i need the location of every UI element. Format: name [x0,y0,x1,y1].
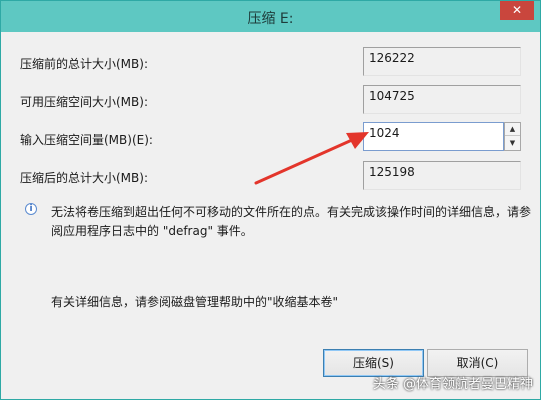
shrink-dialog: 压缩 E: ✕ 压缩前的总计大小(MB): 126222 可用压缩空间大小(MB… [0,0,541,400]
help-text: 有关详细信息，请参阅磁盘管理帮助中的"收缩基本卷" [51,295,339,309]
spin-up-button[interactable]: ▲ [505,123,520,136]
close-button[interactable]: ✕ [500,1,534,20]
total-before-value: 126222 [363,47,521,76]
title-bar[interactable]: 压缩 E: ✕ [1,1,540,32]
shrink-amount-input[interactable]: 1024 [363,122,504,151]
shrink-amount-spinner: ▲ ▼ [504,122,521,151]
info-text: 无法将卷压缩到超出任何不可移动的文件所在的点。有关完成该操作时间的详细信息，请参… [51,205,532,238]
total-before-label: 压缩前的总计大小(MB): [20,57,148,71]
total-after-label: 压缩后的总计大小(MB): [20,171,148,185]
total-after-value: 125198 [363,161,521,190]
available-space-value: 104725 [363,85,521,114]
watermark-text: 头条 @体育领航者曼巴精神 [372,377,533,392]
available-space-label: 可用压缩空间大小(MB): [20,95,148,109]
spin-down-button[interactable]: ▼ [505,137,520,150]
info-icon: i [25,203,37,215]
dialog-title: 压缩 E: [247,11,294,27]
shrink-amount-label: 输入压缩空间量(MB)(E): [20,133,153,147]
